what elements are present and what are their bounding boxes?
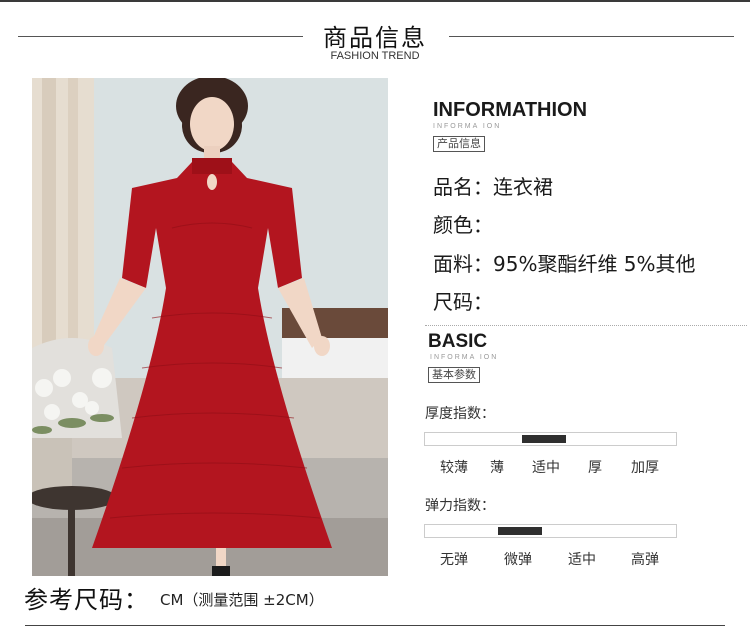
- size-reference-label: 参考尺码：: [24, 586, 149, 614]
- elasticity-option: 微弹: [504, 552, 532, 568]
- bottom-divider: [25, 625, 725, 626]
- product-photo: [32, 78, 388, 576]
- section-title: 商品信息: [323, 24, 427, 52]
- section-subtitle: FASHION TREND: [330, 50, 420, 62]
- elasticity-bar-indicator: [498, 527, 542, 535]
- elasticity-option: 高弹: [631, 552, 659, 568]
- elasticity-label: 弹力指数：: [425, 498, 495, 514]
- field-color: 颜色：: [433, 213, 493, 237]
- size-reference-note: CM（测量范围 ±2CM）: [160, 591, 324, 609]
- info-heading: INFORMATHION: [433, 99, 588, 121]
- info-tag: 产品信息: [433, 136, 485, 152]
- field-fabric: 面料：95%聚酯纤维 5%其他: [433, 252, 696, 276]
- basic-faint-text: INFORMA ION: [430, 354, 499, 361]
- info-faint-text: INFORMA ION: [433, 123, 502, 130]
- field-product-name: 品名：连衣裙: [433, 175, 553, 199]
- elasticity-option: 适中: [568, 552, 596, 568]
- basic-tag: 基本参数: [428, 367, 480, 383]
- section-divider: [425, 325, 747, 326]
- basic-heading: BASIC: [428, 331, 488, 352]
- thickness-label: 厚度指数：: [425, 406, 495, 422]
- top-border: [0, 0, 750, 2]
- thickness-option: 薄: [490, 460, 504, 476]
- thickness-bar: [424, 432, 677, 446]
- elasticity-bar: [424, 524, 677, 538]
- thickness-option: 厚: [588, 460, 602, 476]
- elasticity-option: 无弹: [440, 552, 468, 568]
- thickness-bar-indicator: [522, 435, 566, 443]
- thickness-option: 加厚: [631, 460, 659, 476]
- thickness-option: 适中: [532, 460, 560, 476]
- field-size: 尺码：: [433, 290, 493, 314]
